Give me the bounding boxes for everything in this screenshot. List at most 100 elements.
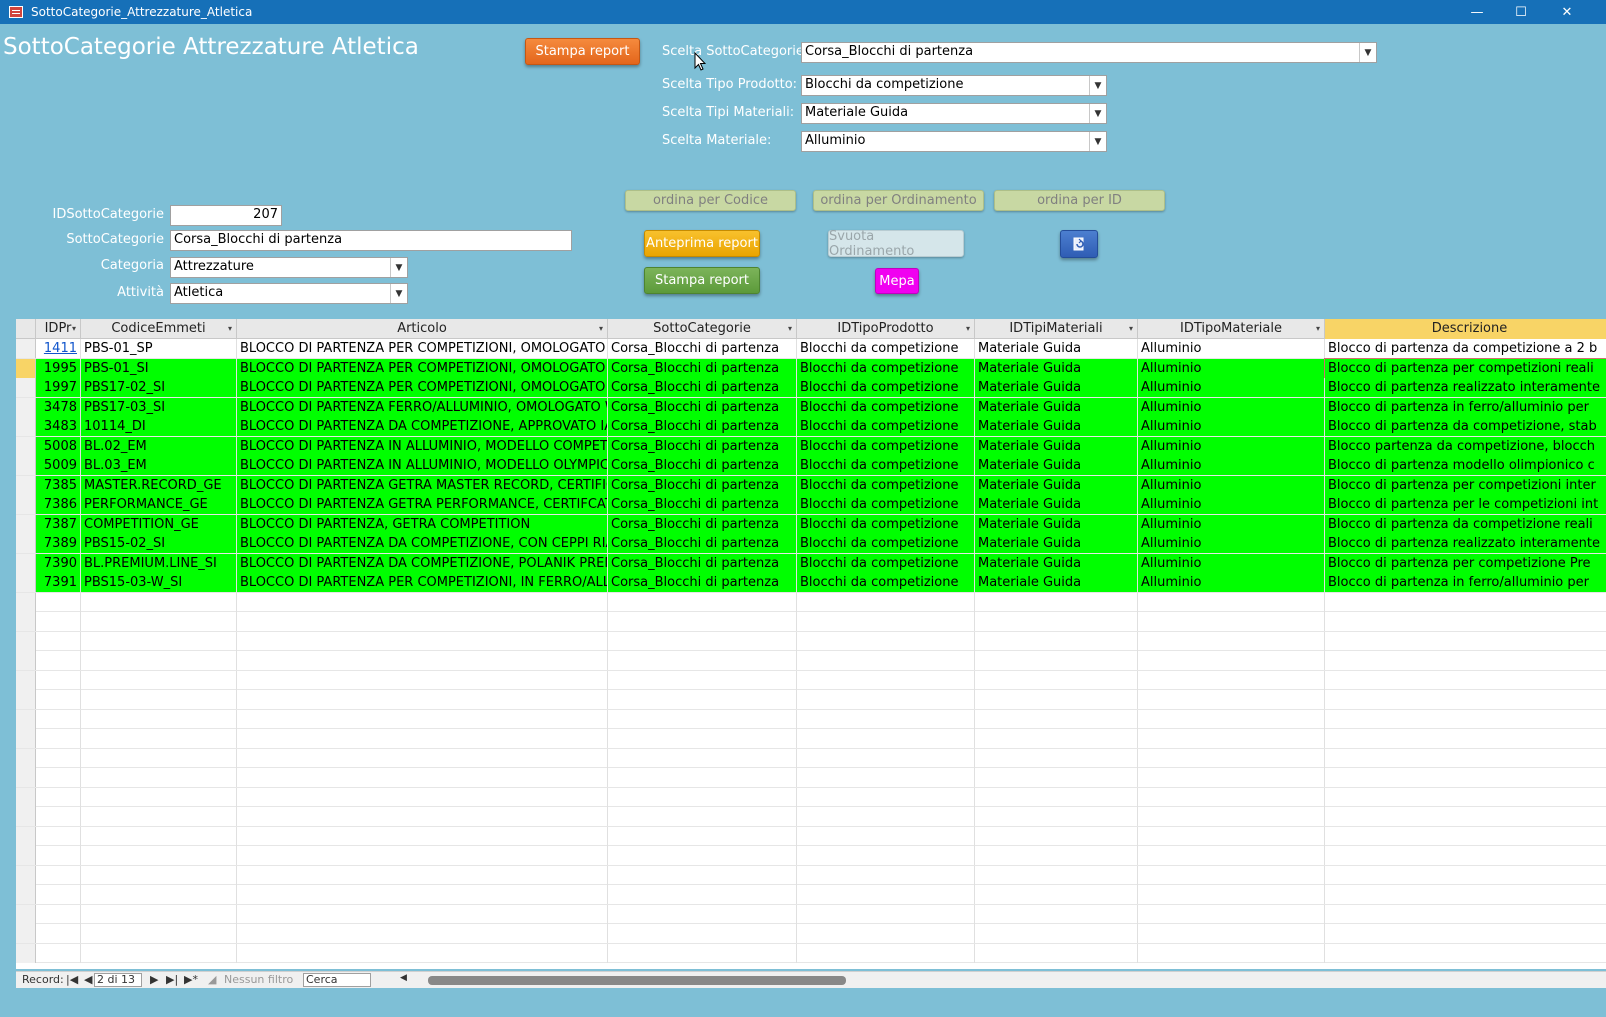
scrollbar-thumb[interactable] — [428, 976, 846, 985]
cell-codice[interactable]: PBS15-02_SI — [81, 534, 237, 553]
column-filter-icon[interactable]: ▾ — [228, 319, 232, 338]
cell-articolo[interactable]: BLOCCO DI PARTENZA IN ALLUMINIO, MODELLO… — [237, 456, 608, 475]
cell-codice[interactable]: 10114_DI — [81, 417, 237, 436]
record-selector[interactable] — [16, 436, 36, 456]
attivita-combo[interactable]: Atletica ▼ — [170, 283, 408, 304]
idsottocategorie-field[interactable]: 207 — [170, 205, 282, 226]
cell-tipi[interactable]: Materiale Guida — [975, 475, 1138, 495]
cell-codice[interactable]: BL.03_EM — [81, 456, 237, 475]
record-selector[interactable] — [16, 495, 36, 514]
cell-codice[interactable]: COMPETITION_GE — [81, 514, 237, 534]
cell-materiale[interactable]: Alluminio — [1138, 553, 1325, 573]
record-selector[interactable] — [16, 846, 36, 865]
cell-descr[interactable]: Blocco di partenza per competizione Pre — [1325, 553, 1606, 573]
table-row[interactable]: 5008 BL.02_EM BLOCCO DI PARTENZA IN ALLUMI… — [16, 436, 1606, 456]
last-record-icon[interactable]: ▶| — [166, 973, 178, 986]
cell-articolo[interactable]: BLOCCO DI PARTENZA PER COMPETIZIONI, OMO… — [237, 358, 608, 378]
record-selector[interactable] — [16, 748, 36, 768]
record-selector[interactable] — [16, 885, 36, 904]
cell-sottocat[interactable]: Corsa_Blocchi di partenza — [608, 475, 797, 495]
record-selector[interactable] — [16, 631, 36, 651]
record-selector[interactable] — [16, 904, 36, 924]
record-selector[interactable] — [16, 397, 36, 417]
cell-articolo[interactable]: BLOCCO DI PARTENZA PER COMPETIZIONI, OMO… — [237, 378, 608, 397]
table-row[interactable]: 1411 PBS-01_SP BLOCCO DI PARTENZA PER COMP… — [16, 339, 1606, 359]
table-row[interactable]: 7389 PBS15-02_SI BLOCCO DI PARTENZA DA COM… — [16, 534, 1606, 554]
cell-articolo[interactable]: BLOCCO DI PARTENZA DA COMPETIZIONE, CON … — [237, 534, 608, 553]
record-selector[interactable] — [16, 456, 36, 475]
ordina-per-ordinamento-button[interactable]: ordina per Ordinamento — [813, 190, 984, 211]
cell-sottocat[interactable]: Corsa_Blocchi di partenza — [608, 378, 797, 397]
table-row[interactable]: 7387 COMPETITION_GE BLOCCO DI PARTENZA, GE… — [16, 514, 1606, 534]
cell-sottocat[interactable]: Corsa_Blocchi di partenza — [608, 436, 797, 456]
cell-tipi[interactable]: Materiale Guida — [975, 573, 1138, 592]
column-header-idtipimateriali[interactable]: IDTipiMateriali ▾ — [975, 319, 1138, 339]
record-selector[interactable] — [16, 807, 36, 826]
cell-tipi[interactable]: Materiale Guida — [975, 358, 1138, 378]
column-filter-icon[interactable]: ▾ — [1316, 319, 1320, 338]
cell-codice[interactable]: BL.PREMIUM.LINE_SI — [81, 553, 237, 573]
column-header-descrizione[interactable]: Descrizione▾ — [1325, 319, 1606, 339]
cell-materiale[interactable]: Alluminio — [1138, 397, 1325, 417]
cell-sottocat[interactable]: Corsa_Blocchi di partenza — [608, 573, 797, 592]
chevron-down-icon[interactable]: ▼ — [390, 258, 407, 277]
cell-materiale[interactable]: Alluminio — [1138, 436, 1325, 456]
cell-id[interactable]: 7387 — [36, 514, 81, 534]
scelta-sottocategorie-combo[interactable]: Corsa_Blocchi di partenza ▼ — [801, 42, 1377, 63]
horizontal-scrollbar[interactable] — [416, 976, 1606, 985]
cell-descr[interactable]: Blocco di partenza per competizioni inte… — [1325, 475, 1606, 495]
cell-articolo[interactable]: BLOCCO DI PARTENZA PER COMPETIZIONI, IN … — [237, 573, 608, 592]
record-selector[interactable] — [16, 475, 36, 495]
anteprima-report-button[interactable]: Anteprima report — [644, 230, 760, 257]
cell-id[interactable]: 7390 — [36, 553, 81, 573]
table-row[interactable]: 5009 BL.03_EM BLOCCO DI PARTENZA IN ALLUMI… — [16, 456, 1606, 476]
cell-sottocat[interactable]: Corsa_Blocchi di partenza — [608, 417, 797, 436]
column-filter-icon[interactable]: ▾ — [72, 319, 76, 338]
table-row[interactable]: 7386 PERFORMANCE_GE BLOCCO DI PARTENZA GET… — [16, 495, 1606, 515]
cell-tipo[interactable]: Blocchi da competizione — [797, 573, 975, 592]
record-position-field[interactable]: 2 di 13 — [94, 973, 142, 987]
cell-materiale[interactable]: Alluminio — [1138, 358, 1325, 378]
cell-materiale[interactable]: Alluminio — [1138, 495, 1325, 514]
record-selector[interactable] — [16, 924, 36, 943]
cell-descr[interactable]: Blocco di partenza in ferro/alluminio pe… — [1325, 573, 1606, 592]
cell-tipo[interactable]: Blocchi da competizione — [797, 495, 975, 514]
cell-descr[interactable]: Blocco di partenza realizzato interament… — [1325, 534, 1606, 553]
record-selector[interactable] — [16, 378, 36, 397]
cell-tipo[interactable]: Blocchi da competizione — [797, 514, 975, 534]
column-header-articolo[interactable]: Articolo ▾ — [237, 319, 608, 339]
column-filter-icon[interactable]: ▾ — [599, 319, 603, 338]
cell-id[interactable]: 7389 — [36, 534, 81, 553]
record-selector[interactable] — [16, 943, 36, 963]
ordina-per-codice-button[interactable]: ordina per Codice — [625, 190, 796, 211]
column-filter-icon[interactable]: ▾ — [1129, 319, 1133, 338]
minimize-icon[interactable]: — — [1454, 0, 1500, 24]
table-row[interactable]: 7385 MASTER.RECORD_GE BLOCCO DI PARTENZA G… — [16, 475, 1606, 495]
cell-articolo[interactable]: BLOCCO DI PARTENZA IN ALLUMINIO, MODELLO… — [237, 436, 608, 456]
column-header-codiceemmeti[interactable]: CodiceEmmeti ▾ — [81, 319, 237, 339]
cell-tipi[interactable]: Materiale Guida — [975, 495, 1138, 514]
mepa-button[interactable]: Mepa — [875, 268, 919, 294]
cell-materiale[interactable]: Alluminio — [1138, 417, 1325, 436]
cell-id[interactable]: 3483 — [36, 417, 81, 436]
sottocategorie-field[interactable]: Corsa_Blocchi di partenza — [170, 230, 572, 251]
datasheet-grid[interactable]: IDPr ▾ CodiceEmmeti ▾ Articolo ▾ SottoCategori… — [16, 319, 1606, 969]
cell-id[interactable]: 7391 — [36, 573, 81, 592]
scelta-tipo-prodotto-combo[interactable]: Blocchi da competizione ▼ — [801, 75, 1107, 96]
cell-sottocat[interactable]: Corsa_Blocchi di partenza — [608, 397, 797, 417]
cell-descr[interactable]: Blocco di partenza per le competizioni i… — [1325, 495, 1606, 514]
filter-status[interactable]: Nessun filtro — [224, 973, 293, 986]
column-header-sottocategorie[interactable]: SottoCategorie ▾ — [608, 319, 797, 339]
cell-tipi[interactable]: Materiale Guida — [975, 436, 1138, 456]
record-selector[interactable] — [16, 690, 36, 709]
cell-tipi[interactable]: Materiale Guida — [975, 417, 1138, 436]
cell-tipo[interactable]: Blocchi da competizione — [797, 417, 975, 436]
cell-codice[interactable]: PBS-01_SP — [81, 339, 237, 358]
scroll-left-icon[interactable]: ◀ — [400, 973, 407, 983]
record-selector[interactable] — [16, 709, 36, 729]
column-header-idtipomateriale[interactable]: IDTipoMateriale ▾ — [1138, 319, 1325, 339]
cell-articolo[interactable]: BLOCCO DI PARTENZA FERRO/ALLUMINIO, OMOL… — [237, 397, 608, 417]
categoria-combo[interactable]: Attrezzature ▼ — [170, 257, 408, 278]
cell-sottocat[interactable]: Corsa_Blocchi di partenza — [608, 358, 797, 378]
record-selector[interactable] — [16, 358, 36, 378]
